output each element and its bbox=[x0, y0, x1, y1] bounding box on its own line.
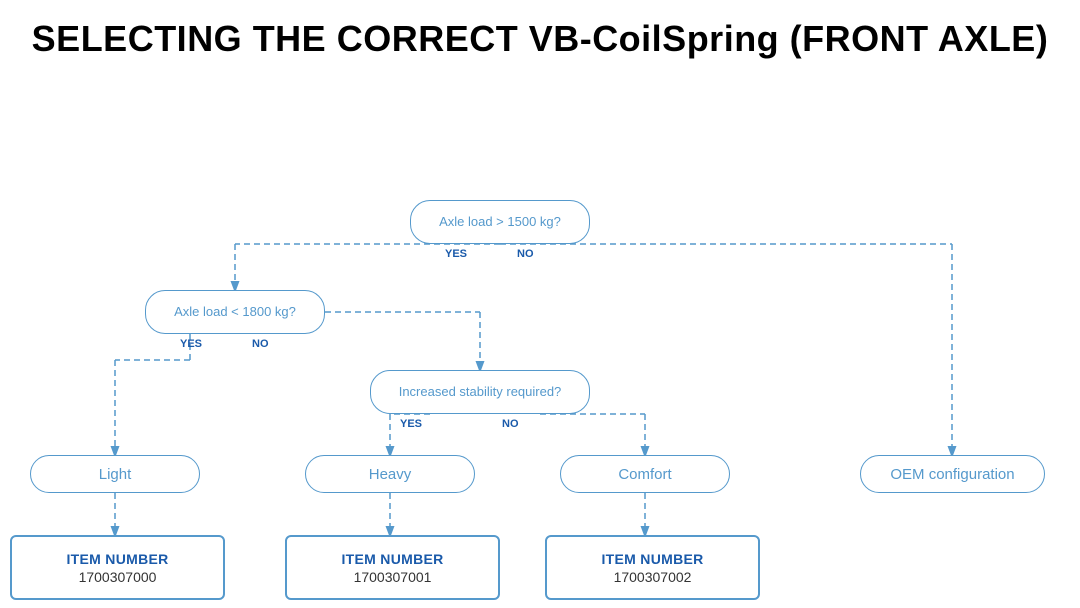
d1-no-label: NO bbox=[517, 248, 534, 260]
item-number-3: 1700307002 bbox=[614, 569, 692, 585]
item-label-1: ITEM NUMBER bbox=[66, 551, 168, 567]
decision-axle-1800: Axle load < 1800 kg? bbox=[145, 290, 325, 334]
result-oem: OEM configuration bbox=[860, 455, 1045, 493]
result-light: Light bbox=[30, 455, 200, 493]
item-box-1700307001: ITEM NUMBER 1700307001 bbox=[285, 535, 500, 600]
decision-stability: Increased stability required? bbox=[370, 370, 590, 414]
diagram-area: Axle load > 1500 kg? YES NO Axle load < … bbox=[0, 70, 1080, 570]
d2-yes-label: YES bbox=[180, 338, 202, 350]
item-box-1700307002: ITEM NUMBER 1700307002 bbox=[545, 535, 760, 600]
item-number-1: 1700307000 bbox=[79, 569, 157, 585]
item-box-1700307000: ITEM NUMBER 1700307000 bbox=[10, 535, 225, 600]
item-label-3: ITEM NUMBER bbox=[601, 551, 703, 567]
d2-no-label: NO bbox=[252, 338, 269, 350]
result-comfort: Comfort bbox=[560, 455, 730, 493]
item-label-2: ITEM NUMBER bbox=[341, 551, 443, 567]
page-title: SELECTING THE CORRECT VB-CoilSpring (FRO… bbox=[0, 0, 1080, 70]
decision-axle-1500: Axle load > 1500 kg? bbox=[410, 200, 590, 244]
d3-yes-label: YES bbox=[400, 418, 422, 430]
result-heavy: Heavy bbox=[305, 455, 475, 493]
item-number-2: 1700307001 bbox=[354, 569, 432, 585]
d1-yes-label: YES bbox=[445, 248, 467, 260]
d3-no-label: NO bbox=[502, 418, 519, 430]
